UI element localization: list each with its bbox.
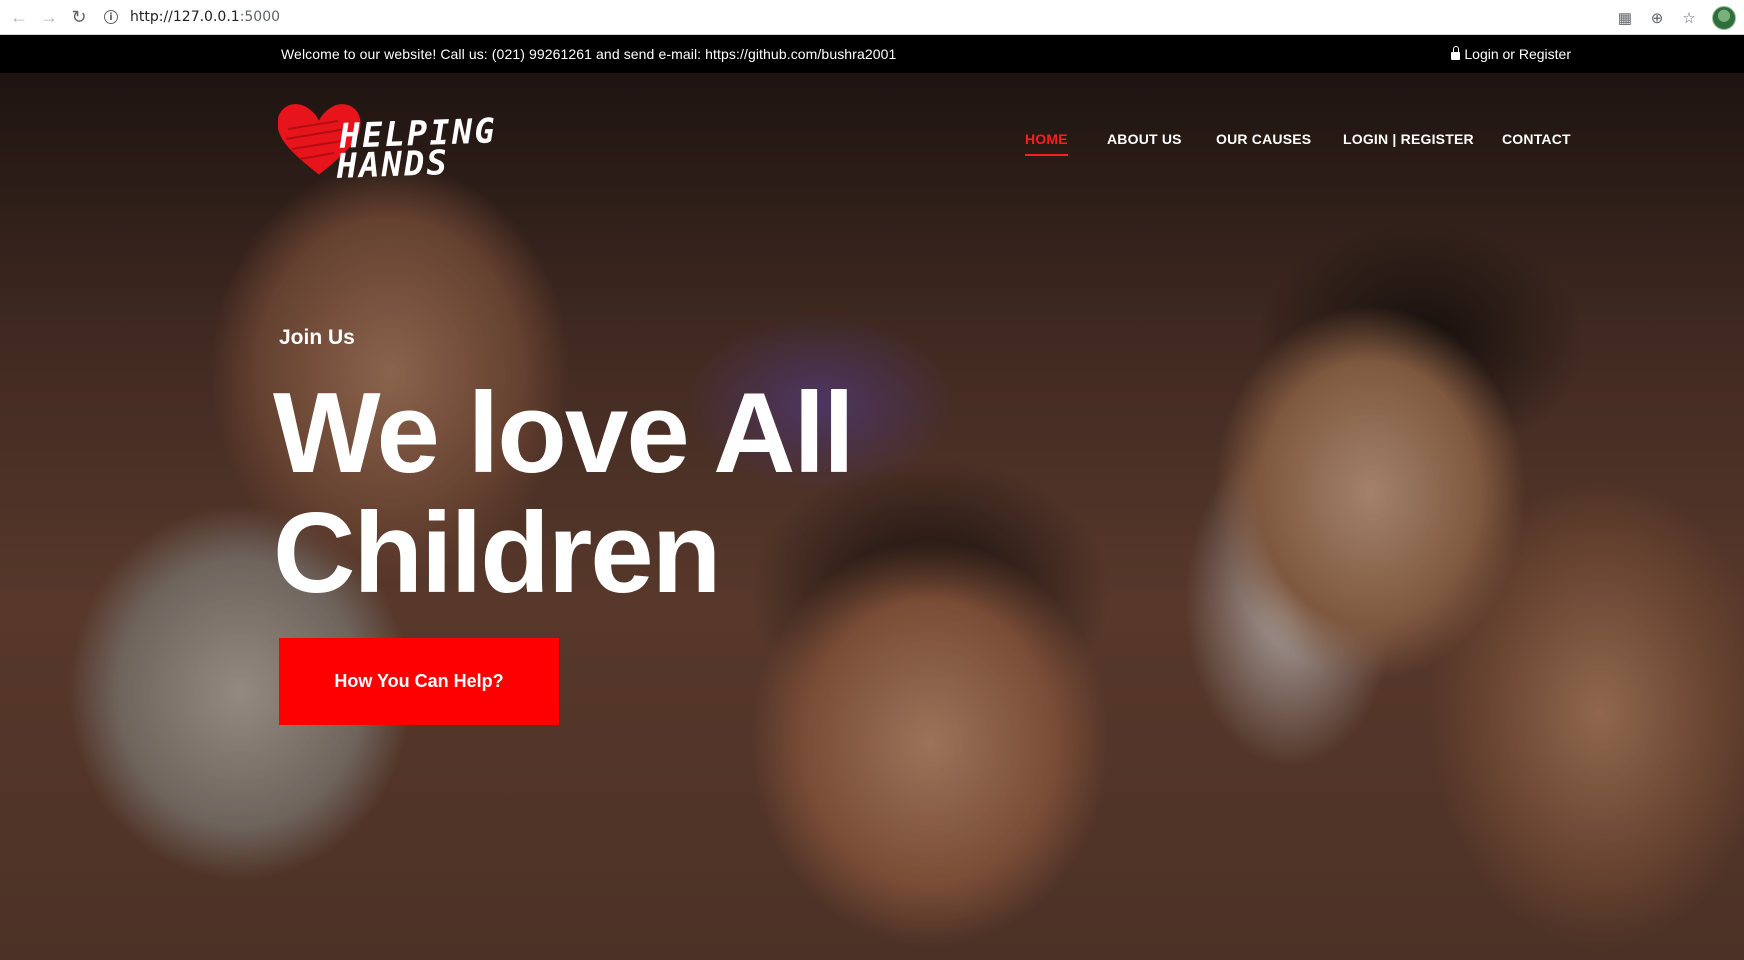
forward-icon[interactable]: →: [38, 6, 60, 28]
nav-login-register[interactable]: LOGIN | REGISTER: [1343, 131, 1474, 154]
url-host: http://127.0.0.1: [130, 9, 240, 25]
hero-title: We love All Children: [273, 374, 1273, 614]
login-register-label: Login or Register: [1464, 46, 1571, 62]
nav-about-us[interactable]: ABOUT US: [1107, 131, 1182, 154]
url-port: :5000: [239, 9, 281, 25]
hero-eyebrow: Join Us: [279, 326, 355, 349]
hero-section: HELPING HANDS HOME ABOUT US OUR CAUSES L…: [0, 73, 1744, 960]
nav-home[interactable]: HOME: [1025, 131, 1068, 156]
nav-our-causes[interactable]: OUR CAUSES: [1216, 131, 1311, 154]
login-register-link[interactable]: Login or Register: [1451, 46, 1571, 62]
address-bar[interactable]: i http://127.0.0.1:5000: [104, 4, 280, 30]
reload-icon[interactable]: ↻: [68, 6, 90, 28]
nav-contact[interactable]: CONTACT: [1502, 131, 1571, 154]
qr-code-icon[interactable]: ▦: [1616, 9, 1634, 27]
lock-icon: [1451, 46, 1461, 60]
main-navigation: HOME ABOUT US OUR CAUSES LOGIN | REGISTE…: [0, 131, 1744, 161]
zoom-icon[interactable]: ⊕: [1648, 9, 1666, 27]
how-you-can-help-button[interactable]: How You Can Help?: [279, 638, 559, 725]
contact-info-text: Welcome to our website! Call us: (021) 9…: [281, 46, 897, 62]
hero-title-line2: Children: [273, 490, 721, 617]
hero-title-line1: We love All: [273, 370, 855, 497]
browser-actions: ▦ ⊕ ☆: [1616, 0, 1736, 35]
browser-toolbar: ← → ↻ i http://127.0.0.1:5000 ▦ ⊕ ☆: [0, 0, 1744, 35]
info-icon[interactable]: i: [104, 10, 118, 24]
top-info-bar: Welcome to our website! Call us: (021) 9…: [0, 35, 1744, 73]
profile-avatar[interactable]: [1712, 5, 1736, 30]
back-icon[interactable]: ←: [8, 6, 30, 28]
bookmark-star-icon[interactable]: ☆: [1680, 9, 1698, 27]
